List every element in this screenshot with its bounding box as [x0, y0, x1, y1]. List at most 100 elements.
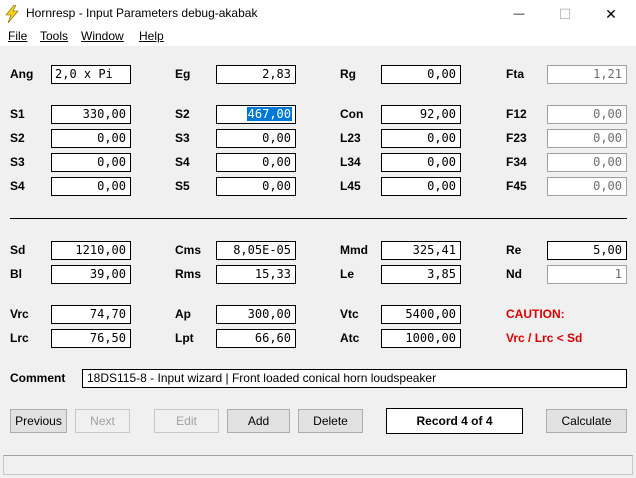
field-f12: 0,00 — [547, 105, 627, 124]
field-con[interactable]: 92,00 — [381, 105, 461, 124]
section-divider — [10, 218, 627, 219]
field-s1[interactable]: 330,00 — [51, 105, 131, 124]
lightning-bolt-icon — [5, 5, 19, 23]
field-s4-col2[interactable]: 0,00 — [216, 153, 296, 172]
delete-button[interactable]: Delete — [298, 409, 363, 433]
edit-button[interactable]: Edit — [154, 409, 219, 433]
previous-button[interactable]: Previous — [10, 409, 67, 433]
close-button[interactable]: ✕ — [588, 0, 634, 28]
caution-message: Vrc / Lrc < Sd — [506, 331, 583, 345]
label-con: Con — [340, 107, 364, 121]
label-cms: Cms — [175, 243, 202, 257]
label-l45: L45 — [340, 179, 361, 193]
label-fta: Fta — [506, 67, 524, 81]
label-atc: Atc — [340, 331, 360, 345]
field-s3[interactable]: 0,00 — [51, 153, 131, 172]
field-bl[interactable]: 39,00 — [51, 265, 131, 284]
edit-button-label: Edit — [176, 414, 197, 428]
field-l34[interactable]: 0,00 — [381, 153, 461, 172]
status-bar — [3, 455, 633, 475]
field-vtc[interactable]: 5400,00 — [381, 305, 461, 324]
menu-file[interactable]: File — [8, 29, 27, 43]
field-eg[interactable]: 2,83 — [216, 65, 296, 84]
field-s2-col2[interactable]: 467,00 — [216, 105, 296, 124]
next-button-label: Next — [90, 414, 115, 428]
label-f12: F12 — [506, 107, 527, 121]
menu-help[interactable]: Help — [139, 29, 164, 43]
label-s3-col2: S3 — [175, 131, 190, 145]
label-s5: S5 — [175, 179, 190, 193]
label-nd: Nd — [506, 267, 522, 281]
delete-button-label: Delete — [313, 414, 348, 428]
label-s2: S2 — [10, 131, 25, 145]
field-l45[interactable]: 0,00 — [381, 177, 461, 196]
calculate-button[interactable]: Calculate — [546, 409, 627, 433]
label-f23: F23 — [506, 131, 527, 145]
field-nd: 1 — [547, 265, 627, 284]
add-button-label: Add — [247, 414, 270, 428]
field-s3-col2[interactable]: 0,00 — [216, 129, 296, 148]
field-mmd[interactable]: 325,41 — [381, 241, 461, 260]
label-s4-col2: S4 — [175, 155, 190, 169]
field-f34: 0,00 — [547, 153, 627, 172]
field-cms[interactable]: 8,05E-05 — [216, 241, 296, 260]
label-s2-col2: S2 — [175, 107, 190, 121]
label-vrc: Vrc — [10, 307, 29, 321]
field-f23: 0,00 — [547, 129, 627, 148]
label-l23: L23 — [340, 131, 361, 145]
minimize-button[interactable]: — — [496, 0, 542, 28]
title-bar[interactable]: Hornresp - Input Parameters debug-akabak… — [0, 0, 636, 28]
field-fta: 1,21 — [547, 65, 627, 84]
label-sd: Sd — [10, 243, 26, 257]
field-sd[interactable]: 1210,00 — [51, 241, 131, 260]
maximize-icon: ☐ — [558, 5, 572, 22]
field-vrc[interactable]: 74,70 — [51, 305, 131, 324]
field-f45: 0,00 — [547, 177, 627, 196]
label-s3: S3 — [10, 155, 25, 169]
window-title: Hornresp - Input Parameters debug-akabak — [26, 6, 258, 20]
field-rms[interactable]: 15,33 — [216, 265, 296, 284]
label-lpt: Lpt — [175, 331, 194, 345]
field-lrc[interactable]: 76,50 — [51, 329, 131, 348]
label-rms: Rms — [175, 267, 202, 281]
label-bl: Bl — [10, 267, 22, 281]
calculate-button-label: Calculate — [561, 414, 612, 428]
field-l23[interactable]: 0,00 — [381, 129, 461, 148]
menu-window[interactable]: Window — [81, 29, 124, 43]
label-rg: Rg — [340, 67, 356, 81]
field-ap[interactable]: 300,00 — [216, 305, 296, 324]
next-button[interactable]: Next — [75, 409, 130, 433]
field-s2[interactable]: 0,00 — [51, 129, 131, 148]
label-eg: Eg — [175, 67, 191, 81]
record-indicator: Record 4 of 4 — [386, 408, 523, 434]
label-f45: F45 — [506, 179, 527, 193]
previous-button-label: Previous — [15, 414, 62, 428]
field-ang[interactable]: 2,0 x Pi — [51, 65, 131, 84]
maximize-button[interactable]: ☐ — [542, 0, 588, 28]
label-f34: F34 — [506, 155, 527, 169]
hornresp-window: Hornresp - Input Parameters debug-akabak… — [0, 0, 636, 478]
field-re[interactable]: 5,00 — [547, 241, 627, 260]
label-l34: L34 — [340, 155, 361, 169]
field-rg[interactable]: 0,00 — [381, 65, 461, 84]
label-re: Re — [506, 243, 522, 257]
label-le: Le — [340, 267, 355, 281]
field-s4[interactable]: 0,00 — [51, 177, 131, 196]
field-lpt[interactable]: 66,60 — [216, 329, 296, 348]
menu-tools[interactable]: Tools — [40, 29, 68, 43]
label-lrc: Lrc — [10, 331, 29, 345]
minimize-icon: — — [513, 8, 525, 20]
label-ap: Ap — [175, 307, 191, 321]
add-button[interactable]: Add — [227, 409, 290, 433]
label-comment: Comment — [10, 371, 66, 385]
caution-title: CAUTION: — [506, 307, 565, 321]
label-ang: Ang — [10, 67, 34, 81]
label-mmd: Mmd — [340, 243, 368, 257]
label-vtc: Vtc — [340, 307, 359, 321]
field-atc[interactable]: 1000,00 — [381, 329, 461, 348]
field-le[interactable]: 3,85 — [381, 265, 461, 284]
field-s5[interactable]: 0,00 — [216, 177, 296, 196]
selected-text: 467,00 — [246, 107, 292, 121]
comment-field[interactable]: 18DS115-8 - Input wizard | Front loaded … — [82, 369, 627, 388]
close-icon: ✕ — [605, 5, 617, 22]
